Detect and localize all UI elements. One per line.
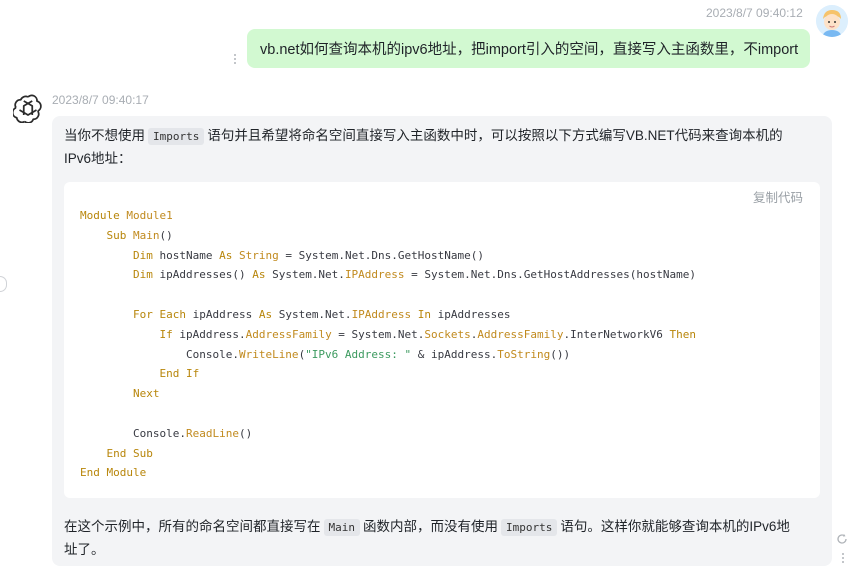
user-message-more-icon[interactable] (233, 54, 237, 66)
code-token: () (238, 426, 253, 440)
inline-code-main: Main (323, 519, 360, 536)
code-line: If ipAddress.AddressFamily = System.Net.… (80, 325, 696, 345)
code-lines: Module Module1 Sub Main() Dim hostName A… (80, 206, 696, 483)
outro-text-middle: 函数内部，而没有使用 (363, 519, 498, 534)
assistant-message-more-icon[interactable] (841, 553, 845, 565)
code-token: ReadLine (185, 426, 239, 440)
code-token: System.Net. (272, 307, 352, 321)
code-token: "IPv6 Address: " (305, 347, 412, 361)
code-token: Dim (132, 248, 153, 262)
code-line: End Module (80, 463, 696, 483)
code-line: Dim ipAddresses() As System.Net.IPAddres… (80, 265, 696, 285)
code-token: As (219, 248, 233, 262)
intro-text-before: 当你不想使用 (64, 128, 145, 143)
code-token: .InterNetworkV6 (563, 327, 670, 341)
code-line: Sub Main() (80, 226, 696, 246)
user-avatar[interactable] (816, 5, 848, 37)
code-token: AddressFamily (245, 327, 332, 341)
user-message-bubble: vb.net如何查询本机的ipv6地址，把import引入的空间，直接写入主函数… (247, 29, 810, 68)
code-token: ipAddress (185, 307, 259, 321)
code-token: Module1 (126, 209, 173, 222)
code-token: As (252, 268, 266, 282)
inline-code-imports: Imports (501, 519, 558, 536)
code-token: ()) (550, 347, 571, 361)
code-line: Dim hostName As String = System.Net.Dns.… (80, 246, 696, 266)
assistant-intro-paragraph: 当你不想使用 Imports 语句并且希望将命名空间直接写入主函数中时，可以按照以下… (64, 125, 804, 170)
user-message-text: vb.net如何查询本机的ipv6地址，把import引入的空间，直接写入主函数… (260, 42, 799, 58)
code-token: ipAddresses() (152, 268, 253, 282)
code-token: = System.Net.Dns.GetHostAddresses(hostNa… (404, 268, 696, 282)
code-line: Module Module1 (80, 206, 696, 226)
code-token: If (159, 327, 173, 341)
code-token: System.Net. (265, 268, 345, 282)
code-token: IPAddress (344, 268, 405, 282)
code-token: Then (669, 327, 696, 341)
code-token: End Sub (106, 446, 153, 460)
code-token: ipAddresses (431, 307, 511, 321)
code-block: 复制代码 Module Module1 Sub Main() Dim hostN… (64, 182, 820, 498)
outro-text-line2: 址了。 (64, 542, 105, 557)
code-line: End Sub (80, 444, 696, 464)
outro-text-after: 语句。这样你就能够查询本机的IPv6地 (560, 519, 790, 534)
code-token: Console. (80, 347, 239, 361)
assistant-outro-paragraph: 在这个示例中，所有的命名空间都直接写在 Main 函数内部，而没有使用 Imports… (64, 516, 804, 561)
code-token: In (417, 307, 432, 321)
code-line: End If (80, 364, 696, 384)
code-token: IPAddress (351, 307, 412, 321)
collapse-handle[interactable] (0, 276, 7, 292)
code-token: As (258, 307, 273, 321)
code-token: () (159, 228, 173, 242)
outro-text-before: 在这个示例中，所有的命名空间都直接写在 (64, 519, 321, 534)
code-token: AddressFamily (477, 327, 564, 341)
intro-text-line2: IPv6地址： (64, 151, 132, 166)
inline-code-imports: Imports (148, 128, 205, 145)
code-token: Main (133, 228, 160, 242)
intro-text-after: 语句并且希望将命名空间直接写入主函数中时，可以按照以下方式编写VB.NET代码来… (207, 128, 783, 143)
code-line: Console.WriteLine("IPv6 Address: " & ipA… (80, 345, 696, 365)
code-line: Console.ReadLine() (80, 424, 696, 444)
user-message-timestamp: 2023/8/7 09:40:12 (706, 6, 803, 20)
code-token: & ipAddress. (411, 347, 498, 361)
code-token: Sockets (424, 327, 471, 341)
code-token: Console. (80, 426, 186, 440)
user-avatar-icon (816, 5, 848, 37)
code-line: For Each ipAddress As System.Net.IPAddre… (80, 305, 696, 325)
code-token: = System.Net.Dns.GetHostName() (278, 248, 485, 262)
code-token: For Each (132, 307, 186, 321)
copy-code-button[interactable]: 复制代码 (753, 187, 803, 206)
code-token: End Module (80, 466, 147, 480)
code-token: ipAddress. (172, 327, 246, 341)
assistant-message-timestamp: 2023/8/7 09:40:17 (52, 93, 149, 107)
code-token: String (238, 248, 279, 262)
code-token: End If (159, 367, 200, 381)
code-token: ToString (497, 347, 551, 361)
code-token: Next (132, 387, 160, 401)
code-token: hostName (152, 248, 220, 262)
code-token: WriteLine (238, 347, 299, 361)
code-token: = System.Net. (331, 327, 425, 341)
refresh-icon[interactable] (836, 530, 848, 544)
code-token: Module (80, 209, 120, 222)
code-token: Dim (132, 268, 153, 282)
openai-logo-icon (11, 93, 43, 124)
code-token: Sub (106, 228, 127, 242)
code-line: Next (80, 384, 696, 404)
